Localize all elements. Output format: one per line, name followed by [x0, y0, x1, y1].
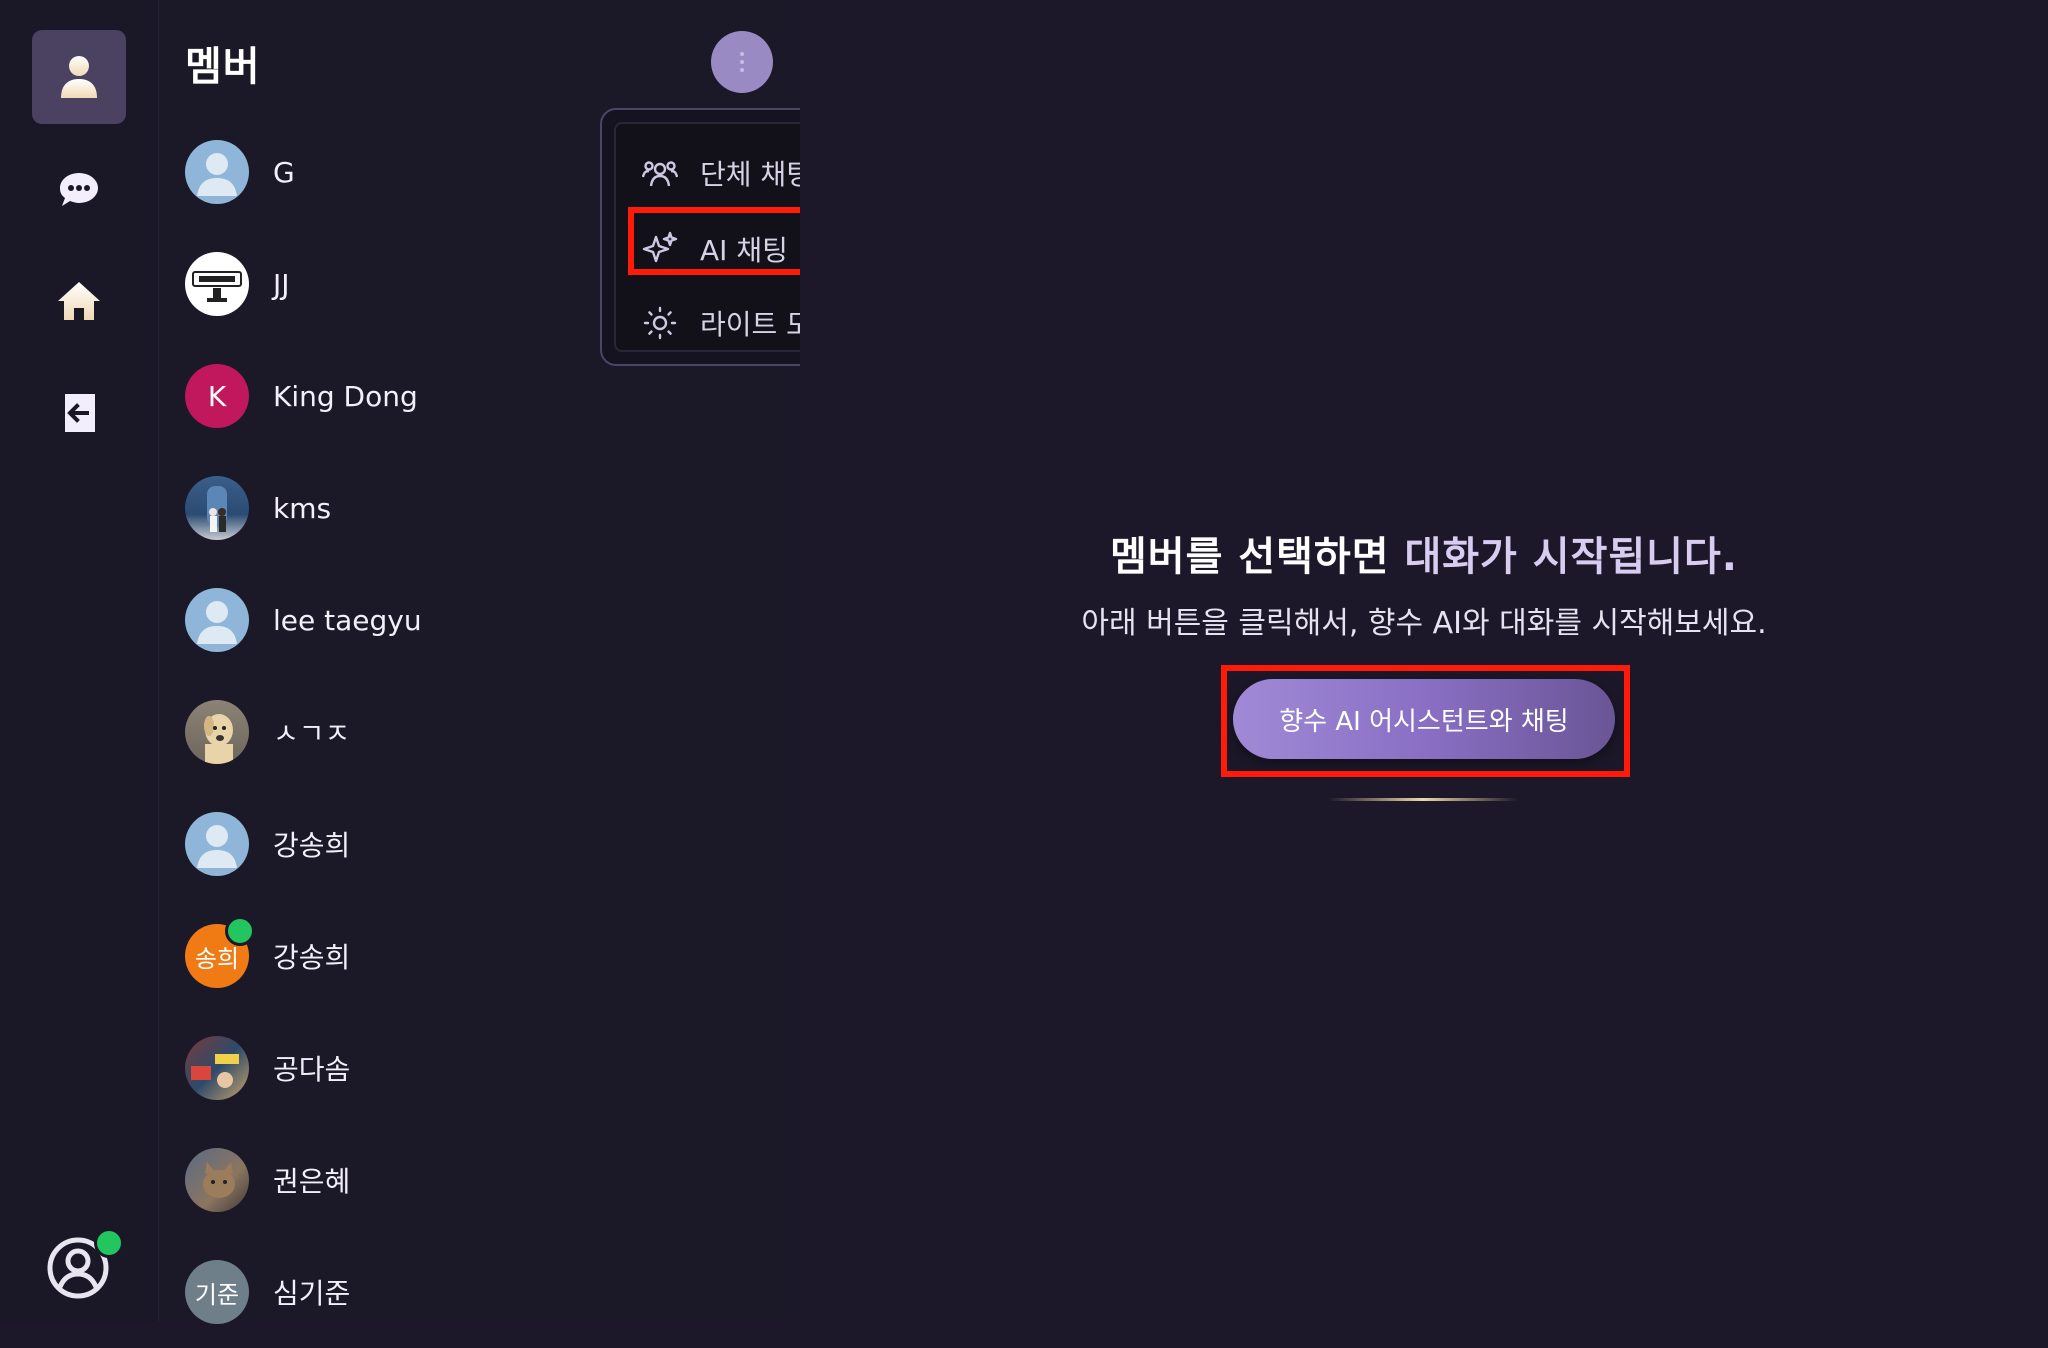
empty-state-subtext: 아래 버튼을 클릭해서, 향수 AI와 대화를 시작해보세요. [1081, 606, 1767, 641]
list-item[interactable]: 기준 심기준 [185, 1236, 785, 1348]
list-item[interactable]: 강송희 [185, 788, 785, 900]
heading-accent-text: 대화가 시작됩니다. [1404, 534, 1738, 580]
list-item[interactable]: ㅅㄱㅈ [185, 676, 785, 788]
member-name: King Dong [273, 379, 418, 413]
members-nav-button[interactable] [32, 30, 126, 124]
stamp-avatar [185, 252, 249, 316]
avatar-initial: 기준 [194, 1280, 240, 1309]
avatar-initial: K [207, 379, 227, 413]
panel-title: 멤버 [185, 44, 261, 90]
member-name: 권은혜 [273, 1165, 351, 1198]
photo-avatar [185, 1036, 249, 1100]
chat-icon [60, 173, 98, 206]
member-name: ㅅㄱㅈ [273, 717, 351, 750]
menu-item-label: AI 채팅 [700, 234, 788, 267]
sparkle-icon [642, 231, 678, 263]
cat-photo-avatar [185, 1148, 249, 1212]
list-item[interactable]: 권은혜 [185, 1124, 785, 1236]
sun-icon [643, 306, 677, 340]
member-name: G [273, 155, 295, 189]
menu-item-ai-chat[interactable]: AI 채팅 [642, 224, 788, 274]
member-name: 공다솜 [273, 1053, 351, 1086]
main-content: 멤버를 선택하면 대화가 시작됩니다. 아래 버튼을 클릭해서, 향수 AI와 … [800, 0, 2048, 1322]
menu-item-group-chat[interactable]: 단체 채팅 [642, 148, 812, 198]
dog-photo-avatar [185, 700, 249, 764]
icon-rail [0, 0, 159, 1322]
initial-avatar: K [185, 364, 249, 428]
chats-nav-button[interactable] [32, 143, 126, 237]
online-indicator [225, 916, 255, 946]
member-name: JJ [273, 267, 290, 301]
default-avatar [185, 588, 249, 652]
online-indicator [94, 1228, 124, 1258]
kebab-icon [740, 50, 744, 74]
empty-state-heading: 멤버를 선택하면 대화가 시작됩니다. [800, 524, 2048, 582]
ai-assistant-chat-button[interactable]: 향수 AI 어시스턴트와 채팅 [1233, 679, 1615, 759]
photo-avatar [185, 476, 249, 540]
menu-item-label: 단체 채팅 [700, 158, 812, 191]
member-name: 심기준 [273, 1277, 351, 1310]
member-name: lee taegyu [273, 603, 422, 637]
logout-icon [65, 394, 95, 432]
logout-nav-button[interactable] [32, 366, 126, 460]
list-item[interactable]: kms [185, 452, 785, 564]
initial-avatar: 송희 [185, 916, 255, 988]
member-name: 강송희 [273, 829, 351, 862]
list-item[interactable]: 공다솜 [185, 1012, 785, 1124]
default-avatar [185, 812, 249, 876]
default-avatar [185, 140, 249, 204]
user-icon [61, 56, 97, 98]
glow-divider [1328, 798, 1518, 801]
member-name: 강송희 [273, 941, 351, 974]
list-item[interactable]: 송희 강송희 [185, 900, 785, 1012]
more-options-button[interactable] [711, 31, 773, 93]
home-nav-button[interactable] [32, 254, 126, 348]
heading-text: 멤버를 선택하면 [1110, 534, 1405, 580]
list-item[interactable]: lee taegyu [185, 564, 785, 676]
home-icon [58, 282, 100, 320]
initial-avatar: 기준 [185, 1260, 249, 1324]
member-name: kms [273, 491, 332, 525]
profile-button[interactable] [46, 1228, 124, 1300]
group-icon [642, 161, 678, 187]
